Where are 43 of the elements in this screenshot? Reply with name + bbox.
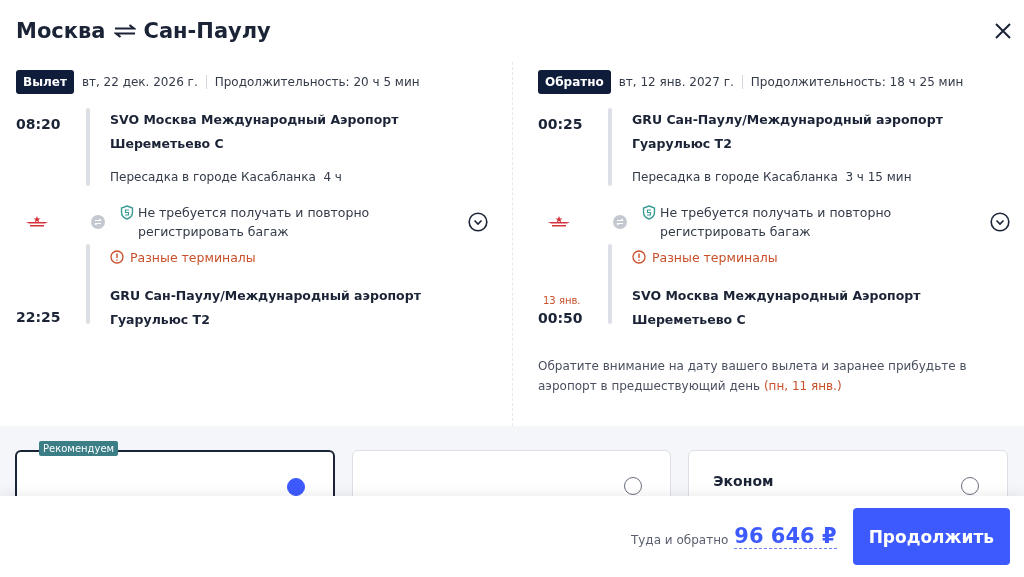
- route-title: Москва: [16, 19, 106, 43]
- terminal-warning: Разные терминалы: [652, 249, 778, 265]
- airline-logo-icon: [26, 216, 48, 228]
- direction-badge: Обратно: [538, 70, 611, 94]
- arrival-date-note: 13 янв.: [543, 294, 582, 306]
- direction-badge: Вылет: [16, 70, 74, 94]
- departure-airport: GRU Сан-Паулу/Международный аэропорт Гуарульюс T2: [632, 111, 944, 153]
- flight-date: вт, 12 янв. 2027 г.: [618, 75, 734, 89]
- shield-icon: [642, 205, 656, 220]
- fare-card[interactable]: Эконом: [688, 450, 1008, 496]
- date-notice: Обратите внимание на дату вашего вылета и заранее прибудьте в аэропорт в предшествующий день (пн, 11 янв.): [538, 358, 968, 395]
- airline-logo-icon: [548, 216, 570, 228]
- arrival-airport: GRU Сан-Паулу/Международный аэропорт Гуарульюс T2: [110, 287, 422, 329]
- flight-date: вт, 22 дек. 2026 г.: [81, 75, 198, 89]
- expand-chevron-icon[interactable]: [990, 212, 1010, 232]
- flight-duration: Продолжительность: 18 ч 25 мин: [750, 75, 964, 89]
- transfer-info: Пересадка в городе Касабланка 4 ч: [110, 170, 342, 184]
- price-label: Туда и обратно: [630, 532, 729, 547]
- recommended-badge: Рекомендуем: [39, 441, 119, 456]
- arrival-airport: SVO Москва Международный Аэропорт Шереметьево C: [632, 287, 922, 329]
- route-title: Сан-Паулу: [143, 19, 271, 43]
- baggage-note: Не требуется получать и повторно регистрировать багаж: [138, 204, 371, 241]
- continue-button[interactable]: Продолжить: [852, 508, 1010, 565]
- warning-icon: [110, 250, 124, 264]
- departure-airport: SVO Москва Международный Аэропорт Шереметьево C: [110, 111, 400, 153]
- shield-icon: [120, 205, 134, 220]
- transfer-icon: [613, 215, 627, 229]
- terminal-warning: Разные терминалы: [130, 249, 256, 265]
- fare-name: Эконом: [713, 473, 774, 489]
- arrival-time: 22:25: [16, 309, 62, 325]
- total-price[interactable]: 96 646 ₽: [734, 524, 837, 549]
- fare-radio[interactable]: [286, 478, 305, 496]
- baggage-note: Не требуется получать и повторно регистрировать багаж: [660, 204, 893, 241]
- close-icon[interactable]: [994, 22, 1012, 40]
- warning-icon: [632, 250, 646, 264]
- transfer-info: Пересадка в городе Касабланка 3 ч 15 мин: [632, 170, 912, 184]
- transfer-icon: [91, 215, 105, 229]
- flight-duration: Продолжительность: 20 ч 5 мин: [214, 75, 420, 89]
- departure-time: 08:20: [16, 116, 62, 132]
- expand-chevron-icon[interactable]: [468, 212, 488, 232]
- swap-arrows-icon: [113, 24, 136, 38]
- arrival-time: 00:50: [538, 309, 584, 326]
- departure-time: 00:25: [538, 116, 584, 132]
